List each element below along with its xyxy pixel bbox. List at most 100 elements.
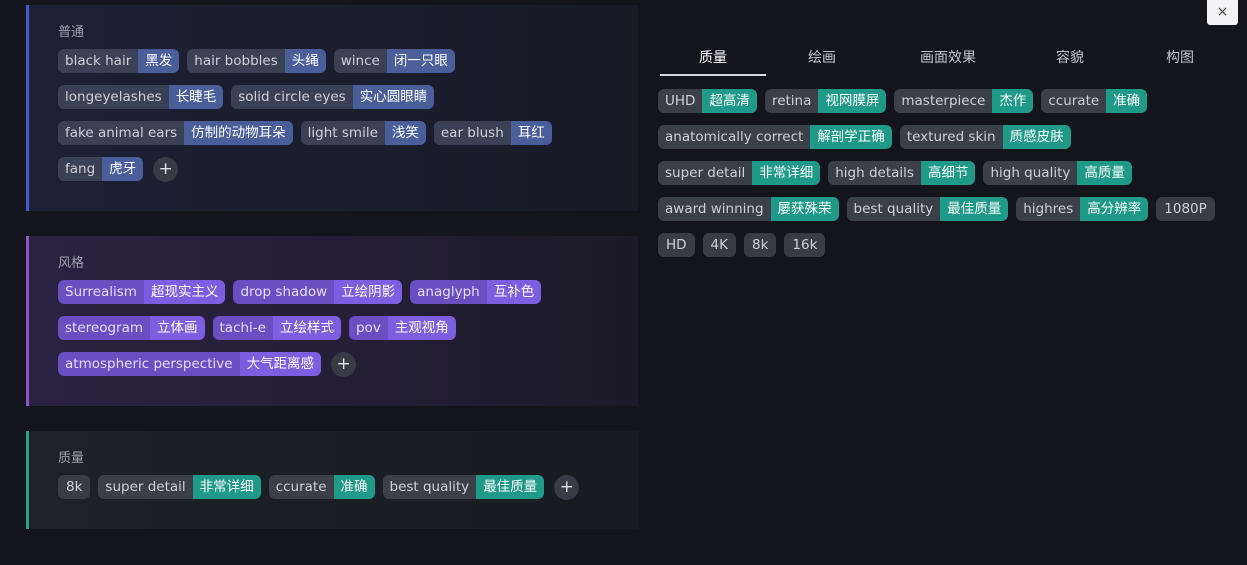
- tag-chip[interactable]: drop shadow 立绘阴影: [233, 280, 403, 304]
- tag-english: wince: [333, 49, 387, 73]
- tag-chip[interactable]: black hair 黑发: [58, 49, 180, 73]
- tag-english: retina: [764, 89, 819, 113]
- tag-chip[interactable]: best quality 最佳质量: [382, 475, 545, 499]
- tag-chip[interactable]: UHD 超高清: [658, 89, 757, 113]
- tag-chip[interactable]: anaglyph 互补色: [410, 280, 542, 304]
- tag-english: 8k: [58, 475, 91, 499]
- section-title: 风格: [58, 256, 85, 271]
- tag-chinese: 黑发: [138, 49, 180, 73]
- tag-chip[interactable]: ear blush 耳红: [433, 121, 552, 145]
- tag-english: high details: [828, 161, 921, 185]
- tag-chip[interactable]: 8k: [58, 475, 91, 499]
- tag-chinese: 质感皮肤: [1002, 125, 1071, 149]
- tab-appearance[interactable]: 容貌: [1038, 47, 1102, 74]
- tag-english: 16k: [784, 233, 826, 257]
- tag-english: highres: [1016, 197, 1081, 221]
- tag-chip[interactable]: Surrealism 超现实主义: [58, 280, 226, 304]
- tag-chip[interactable]: solid circle eyes 实心圆眼睛: [231, 85, 435, 109]
- tag-chip[interactable]: 16k: [784, 233, 826, 257]
- tab-composition[interactable]: 构图: [1148, 47, 1212, 74]
- tag-english: anaglyph: [410, 280, 487, 304]
- tag-chinese: 主观视角: [387, 316, 456, 340]
- tag-chip[interactable]: best quality 最佳质量: [846, 197, 1009, 221]
- tag-english: fake animal ears: [58, 121, 185, 145]
- tag-english: best quality: [382, 475, 477, 499]
- tag-chip[interactable]: award winning 屡获殊荣: [658, 197, 839, 221]
- tag-library-panel: 质量 绘画 画面效果 容貌 构图 UHD 超高清 retina 视网膜屏 masterp…: [658, 0, 1247, 565]
- add-tag-button[interactable]: +: [554, 475, 580, 500]
- tag-list: 8k super detail 非常详细 ccurate 准确 best quality 最…: [58, 475, 633, 512]
- tag-chip[interactable]: 1080P: [1156, 197, 1215, 221]
- tag-english: ccurate: [1041, 89, 1107, 113]
- add-tag-button[interactable]: +: [331, 352, 357, 377]
- tag-english: stereogram: [58, 316, 150, 340]
- tag-chip[interactable]: wince 闭一只眼: [333, 49, 455, 73]
- tag-chip[interactable]: super detail 非常详细: [98, 475, 261, 499]
- tag-english: super detail: [658, 161, 753, 185]
- tag-chip[interactable]: tachi-e 立绘样式: [212, 316, 341, 340]
- tag-chip[interactable]: longeyelashes 长睫毛: [58, 85, 224, 109]
- tag-chip[interactable]: retina 视网膜屏: [764, 89, 887, 113]
- tag-chinese: 超高清: [702, 89, 757, 113]
- tag-chip[interactable]: highres 高分辨率: [1016, 197, 1149, 221]
- tag-chinese: 非常详细: [752, 161, 821, 185]
- tag-list: Surrealism 超现实主义 drop shadow 立绘阴影 anaglyph 互补…: [58, 280, 633, 389]
- tag-english: fang: [58, 157, 103, 181]
- tag-english: light smile: [300, 121, 385, 145]
- tag-chip[interactable]: atmospheric perspective 大气距离感: [58, 352, 322, 376]
- tag-chip[interactable]: 8k: [744, 233, 777, 257]
- tag-chip[interactable]: high quality 高质量: [983, 161, 1132, 185]
- tag-chip[interactable]: super detail 非常详细: [658, 161, 821, 185]
- tag-chinese: 长睫毛: [168, 85, 224, 109]
- tag-chinese: 屡获殊荣: [770, 197, 839, 221]
- add-tag-button[interactable]: +: [153, 157, 179, 182]
- tag-chip[interactable]: fang 虎牙: [58, 157, 144, 181]
- tag-chip[interactable]: high details 高细节: [828, 161, 976, 185]
- tag-chinese: 虎牙: [102, 157, 144, 181]
- tag-chip[interactable]: hair bobbles 头绳: [187, 49, 326, 73]
- tag-chinese: 大气距离感: [239, 352, 322, 376]
- tag-chinese: 仿制的动物耳朵: [184, 121, 293, 145]
- tag-english: award winning: [658, 197, 771, 221]
- tag-chip[interactable]: ccurate 准确: [268, 475, 375, 499]
- tab-effects[interactable]: 画面效果: [905, 47, 991, 74]
- tag-chip[interactable]: ccurate 准确: [1041, 89, 1148, 113]
- tag-chinese: 互补色: [486, 280, 542, 304]
- tag-chip[interactable]: anatomically correct 解剖学正确: [658, 125, 892, 149]
- tag-english: ccurate: [268, 475, 334, 499]
- tag-chip[interactable]: masterpiece 杰作: [894, 89, 1034, 113]
- tag-chinese: 闭一只眼: [386, 49, 455, 73]
- tag-english: pov: [348, 316, 388, 340]
- tag-english: HD: [658, 233, 695, 257]
- tag-chip[interactable]: HD: [658, 233, 695, 257]
- library-tabs: 质量 绘画 画面效果 容貌 构图: [660, 47, 1220, 76]
- tag-chip[interactable]: stereogram 立体画: [58, 316, 205, 340]
- tag-chinese: 杰作: [992, 89, 1034, 113]
- tag-english: 8k: [744, 233, 777, 257]
- tag-english: solid circle eyes: [231, 85, 353, 109]
- tag-chinese: 实心圆眼睛: [352, 85, 435, 109]
- section-title: 普通: [58, 25, 85, 40]
- close-icon[interactable]: ×: [1207, 0, 1238, 25]
- tag-chinese: 立绘样式: [272, 316, 341, 340]
- tag-chip[interactable]: pov 主观视角: [348, 316, 456, 340]
- tag-chip[interactable]: 4K: [702, 233, 736, 257]
- tag-chinese: 视网膜屏: [818, 89, 887, 113]
- tag-chip[interactable]: textured skin 质感皮肤: [899, 125, 1071, 149]
- tab-quality[interactable]: 质量: [660, 47, 766, 76]
- tag-chinese: 最佳质量: [476, 475, 545, 499]
- tag-chinese: 高质量: [1077, 161, 1132, 185]
- tag-chinese: 头绳: [284, 49, 326, 73]
- tab-painting[interactable]: 绘画: [790, 47, 854, 74]
- tag-english: Surrealism: [58, 280, 144, 304]
- tag-english: atmospheric perspective: [58, 352, 240, 376]
- tag-chip[interactable]: light smile 浅笑: [300, 121, 426, 145]
- section-title: 质量: [58, 451, 85, 466]
- section-quality: 质量 8k super detail 非常详细 ccurate 准确 best quali…: [26, 431, 638, 529]
- tag-chinese: 高分辨率: [1080, 197, 1149, 221]
- section-style: 风格 Surrealism 超现实主义 drop shadow 立绘阴影 anaglyp…: [26, 236, 638, 406]
- tag-english: super detail: [98, 475, 193, 499]
- tag-chinese: 非常详细: [192, 475, 261, 499]
- tag-english: tachi-e: [212, 316, 273, 340]
- tag-chip[interactable]: fake animal ears 仿制的动物耳朵: [58, 121, 293, 145]
